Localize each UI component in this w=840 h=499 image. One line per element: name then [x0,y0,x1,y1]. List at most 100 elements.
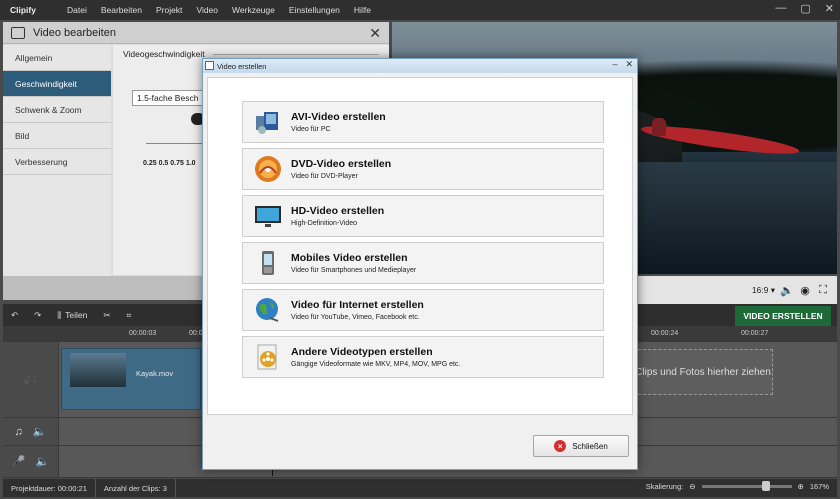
undo-icon[interactable]: ↶ [3,310,26,321]
dialog-controls: – ✕ [612,59,633,70]
timeline-clip[interactable]: Kayak.mov [61,348,201,410]
music-note-icon: ♫ [14,425,23,438]
window-controls: — ▢ ✕ [775,2,834,15]
app-window: Clipify Datei Bearbeiten Projekt Video W… [0,0,840,499]
video-camera-icon: 🎥 [23,374,38,386]
option-subtitle: Video für DVD-Player [291,173,358,180]
option-title: Mobiles Video erstellen [291,252,408,264]
app-brand: Clipify [10,5,36,15]
menu-projekt[interactable]: Projekt [149,5,189,15]
option-title: AVI-Video erstellen [291,111,386,123]
speaker-icon[interactable]: 🔈 [33,425,47,438]
camera-icon[interactable]: ◉ [799,284,811,297]
nav-item-bild[interactable]: Bild [3,123,111,149]
zoom-knob[interactable] [761,481,770,491]
duration-label: Projektdauer: [11,483,56,493]
dialog-body: AVI-Video erstellen Video für PC DVD-Vid… [207,77,633,415]
option-title: Andere Videotypen erstellen [291,346,433,358]
close-icon: × [554,440,567,452]
clip-name: Kayak.mov [136,369,174,378]
duration-value: 00:00:21 [57,483,87,493]
dialog-titlebar: Video erstellen – ✕ [203,59,637,73]
nav-item-schwenk-zoom[interactable]: Schwenk & Zoom [3,97,111,123]
crop-icon[interactable]: ⌗ [119,310,140,321]
dialog-title: Video erstellen [217,61,267,71]
option-internet[interactable]: Video für Internet erstellen Video für Y… [242,289,604,331]
split-icon: ⫼ [57,309,62,320]
menubar: Clipify Datei Bearbeiten Projekt Video W… [0,0,840,20]
dialog-minimize-button[interactable]: – [612,59,617,70]
option-subtitle: High-Definition-Video [291,220,358,227]
nav-item-allgemein[interactable]: Allgemein [3,45,111,71]
nav-item-geschwindigkeit[interactable]: Geschwindigkeit [3,71,111,97]
close-panel-button[interactable]: ✕ [369,25,381,42]
avi-video-icon [253,107,283,137]
volume-icon[interactable]: 🔈 [780,284,794,297]
option-subtitle: Video für PC [291,126,331,133]
project-duration: Projektdauer: 00:00:21 [3,479,96,497]
option-title: HD-Video erstellen [291,205,385,217]
option-subtitle: Video für Smartphones und Medieplayer [291,267,417,274]
dialog-app-icon [205,61,214,70]
zoom-value: 167% [809,482,829,491]
speed-slider[interactable] [146,143,206,144]
option-hd[interactable]: HD-Video erstellen High-Definition-Video [242,195,604,237]
clip-count: Anzahl der Clips: 3 [96,479,176,497]
fullscreen-icon[interactable]: ⛶ [817,284,829,296]
dvd-icon [253,154,283,184]
zoom-control: Skalierung: ⊖ ⊕ 167% [645,481,829,491]
edit-panel-header: Video bearbeiten ✕ [3,22,389,44]
speed-ticks: 0.25 0.5 0.75 1.0 [143,160,196,167]
clip-count-label: Anzahl der Clips: [103,483,161,493]
close-window-button[interactable]: ✕ [825,2,834,15]
aspect-ratio-select[interactable]: 16:9 ▾ [752,285,775,296]
hd-monitor-icon [253,201,283,231]
zoom-in-icon[interactable]: ⊕ [798,482,804,491]
menu-werkzeuge[interactable]: Werkzeuge [225,5,282,15]
ruler-tick: 00:00:24 [651,330,679,337]
option-other[interactable]: Andere Videotypen erstellen Gängige Vide… [242,336,604,378]
redo-icon[interactable]: ↷ [26,310,49,321]
option-subtitle: Video für YouTube, Vimeo, Facebook etc. [291,314,420,321]
option-dvd[interactable]: DVD-Video erstellen Video für DVD-Player [242,148,604,190]
cut-icon[interactable]: ✂ [95,310,118,321]
option-title: Video für Internet erstellen [291,299,424,311]
edit-nav: Allgemein Geschwindigkeit Schwenk & Zoom… [3,45,111,300]
split-label: Teilen [65,310,88,320]
ruler-tick: 00:00:27 [741,330,769,337]
menu-einstellungen[interactable]: Einstellungen [282,5,347,15]
close-label: Schließen [572,441,608,451]
menu-hilfe[interactable]: Hilfe [347,5,378,15]
zoom-out-icon[interactable]: ⊖ [689,482,695,491]
menu-datei[interactable]: Datei [60,5,94,15]
menu-video[interactable]: Video [189,5,225,15]
option-avi[interactable]: AVI-Video erstellen Video für PC [242,101,604,143]
option-title: DVD-Video erstellen [291,158,392,170]
minimize-button[interactable]: — [775,2,786,15]
menu-bearbeiten[interactable]: Bearbeiten [94,5,149,15]
clip-count-value: 3 [162,483,167,493]
dialog-close-action-button[interactable]: × Schließen [533,435,629,457]
divider [213,54,379,55]
mobile-phone-icon [253,248,283,278]
create-video-dialog: Video erstellen – ✕ AVI-Video erstellen … [202,58,638,470]
scale-label: Skalierung: [645,482,684,491]
speed-label: Videogeschwindigkeit [123,49,205,59]
split-button[interactable]: ⫼ Teilen [49,310,95,321]
dialog-close-button[interactable]: ✕ [625,59,633,70]
clip-thumbnail [70,353,126,387]
option-mobile[interactable]: Mobiles Video erstellen Video für Smartp… [242,242,604,284]
edit-icon [11,26,25,39]
music-track-header: ♫ 🔈 [3,418,59,445]
create-video-button[interactable]: VIDEO ERSTELLEN [735,306,831,326]
globe-icon [253,295,283,325]
maximize-button[interactable]: ▢ [800,2,810,15]
video-track-header: 🎥 [3,342,59,417]
nav-item-verbesserung[interactable]: Verbesserung [3,149,111,175]
ruler-tick: 00:00:03 [129,330,157,337]
zoom-slider[interactable] [701,481,792,491]
option-subtitle: Gängige Videoformate wie MKV, MP4, MOV, … [291,361,461,368]
clip-dropzone[interactable]: Clips und Fotos hierher ziehen [633,349,773,395]
film-reel-icon [253,342,283,372]
preview-person [652,118,666,136]
